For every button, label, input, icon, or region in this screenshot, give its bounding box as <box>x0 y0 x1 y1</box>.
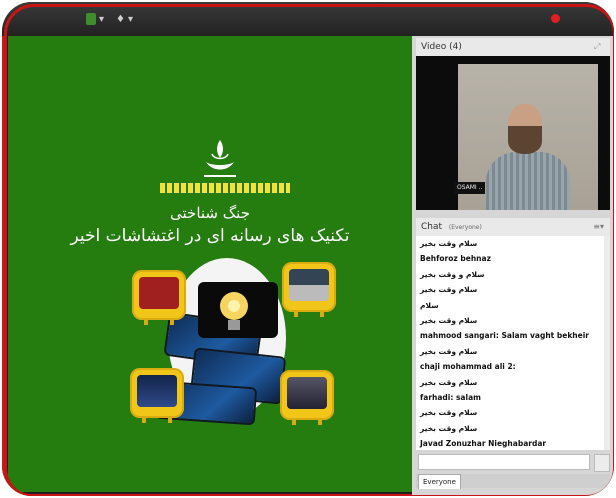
chat-message: سلام وقت بخیر <box>420 285 478 295</box>
chat-message: Behforoz behnaz <box>420 254 491 264</box>
tv-icon <box>132 270 186 325</box>
chat-tab-bar: Everyone <box>416 474 610 489</box>
chat-pod-header: Chat (Everyone) ≡▾ <box>416 218 610 236</box>
speaker-icon <box>86 13 96 25</box>
pod-menu-icon[interactable]: ≡▾ <box>593 218 604 236</box>
video-pod-title: Video <box>421 42 447 52</box>
tv-icon <box>280 370 334 425</box>
toolbar: ▾ ♦ ▾ <box>2 2 614 36</box>
video-person-shirt <box>486 152 570 210</box>
chat-message: سلام وقت بخیر <box>420 423 478 433</box>
dropdown-arrow-icon: ▾ <box>99 13 105 25</box>
tab-everyone[interactable]: Everyone <box>418 474 461 489</box>
speaker-name-tag: OSAMI .. <box>454 182 486 194</box>
chat-message: farhadi: salam <box>420 392 481 402</box>
recording-indicator-icon <box>551 14 560 23</box>
tv-icon <box>130 368 184 423</box>
chat-message: سلام وقت بخیر <box>420 315 478 325</box>
video-person-beard <box>508 126 542 154</box>
chat-message: سلام و وقت بخیر <box>420 269 485 279</box>
chat-message: mahmood sangari: Salam vaght bekheir <box>420 331 590 341</box>
dropdown-arrow-icon: ▾ <box>127 13 133 25</box>
logo-text-strip <box>160 183 290 193</box>
tv-icon <box>282 262 336 317</box>
chat-input[interactable] <box>418 454 590 470</box>
chat-message: سلام وقت بخیر <box>420 377 478 387</box>
video-count: (4) <box>449 42 462 52</box>
emblem-icon <box>204 140 236 177</box>
video-pod-header: Video (4) ⤢ <box>416 38 610 56</box>
chat-messages: سلام وقت بخیر Behforoz behnaz سلام و وقت ب… <box>416 236 610 450</box>
chat-message: chaji mohammad ali 2: <box>420 362 516 372</box>
expand-icon[interactable]: ⤢ <box>594 42 604 52</box>
chat-scrollbar[interactable] <box>604 236 610 450</box>
sidebar: Video (4) ⤢ OSAMI .. Chat (Everyone) ≡▾ … <box>412 36 614 496</box>
slide-title: جنگ شناختی <box>170 204 250 222</box>
lightbulb-image <box>198 282 278 338</box>
chat-message: سلام <box>420 300 439 310</box>
chat-message: سلام وقت بخیر <box>420 408 478 418</box>
slide-subtitle: تکنیک های رسانه ای در اغتشاشات اخیر <box>70 226 350 246</box>
chat-message: Javad Zonuzhar Nieghabardar <box>420 439 547 449</box>
chat-audience: (Everyone) <box>448 224 482 231</box>
app-window: ▾ ♦ ▾ جنگ شناختی تکنیک های رسانه ای در ا… <box>2 2 614 496</box>
microphone-icon: ♦ <box>116 13 125 25</box>
video-feed: OSAMI .. <box>416 56 610 210</box>
speaker-button[interactable]: ▾ <box>86 12 104 26</box>
chat-message: سلام وقت بخیر <box>420 239 478 248</box>
message-list: سلام وقت بخیر Behforoz behnaz سلام و وقت ب… <box>416 236 610 450</box>
send-button[interactable] <box>594 454 610 472</box>
microphone-button[interactable]: ♦ ▾ <box>116 12 133 26</box>
chat-pod-title: Chat <box>421 222 443 232</box>
chat-message: سلام وقت بخیر <box>420 346 478 356</box>
presentation-stage: جنگ شناختی تکنیک های رسانه ای در اغتشاشا… <box>8 36 412 492</box>
